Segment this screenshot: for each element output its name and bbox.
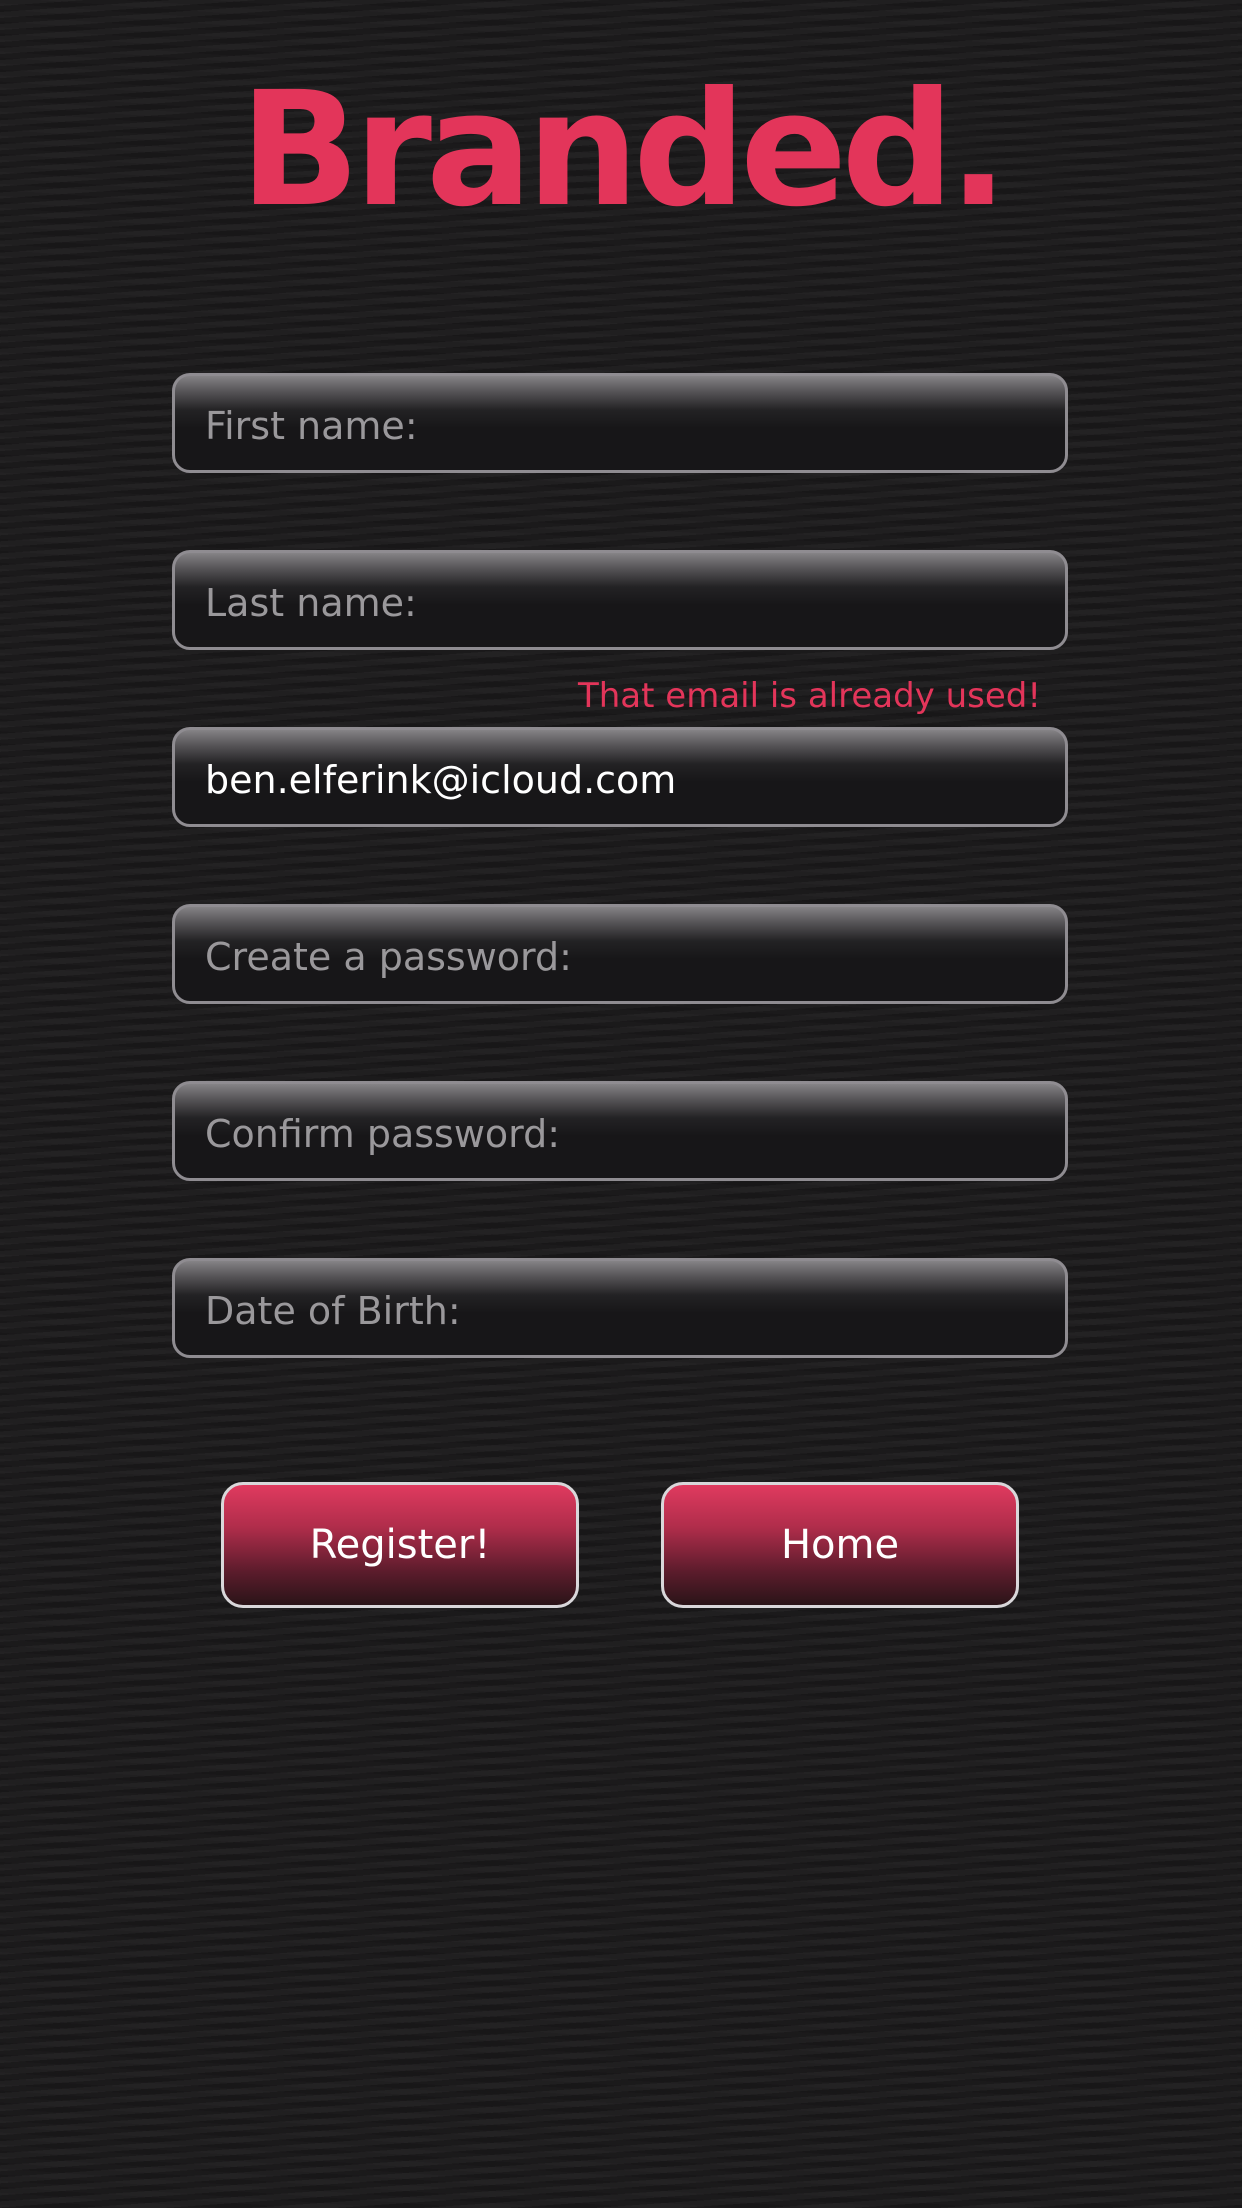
- password-input[interactable]: [175, 907, 1065, 1001]
- last-name-field-container: [172, 550, 1068, 650]
- email-error-message: That email is already used!: [577, 676, 1041, 716]
- first-name-field-container: [172, 373, 1068, 473]
- home-button[interactable]: Home: [661, 1482, 1019, 1608]
- date-of-birth-input[interactable]: [175, 1261, 1065, 1355]
- register-button[interactable]: Register!: [221, 1482, 579, 1608]
- date-of-birth-field-container: [172, 1258, 1068, 1358]
- email-input[interactable]: [175, 730, 1065, 824]
- confirm-password-input[interactable]: [175, 1084, 1065, 1178]
- first-name-input[interactable]: [175, 376, 1065, 470]
- confirm-password-field-container: [172, 1081, 1068, 1181]
- email-field-container: [172, 727, 1068, 827]
- brand-logo: Branded.: [239, 58, 1009, 242]
- password-field-container: [172, 904, 1068, 1004]
- last-name-input[interactable]: [175, 553, 1065, 647]
